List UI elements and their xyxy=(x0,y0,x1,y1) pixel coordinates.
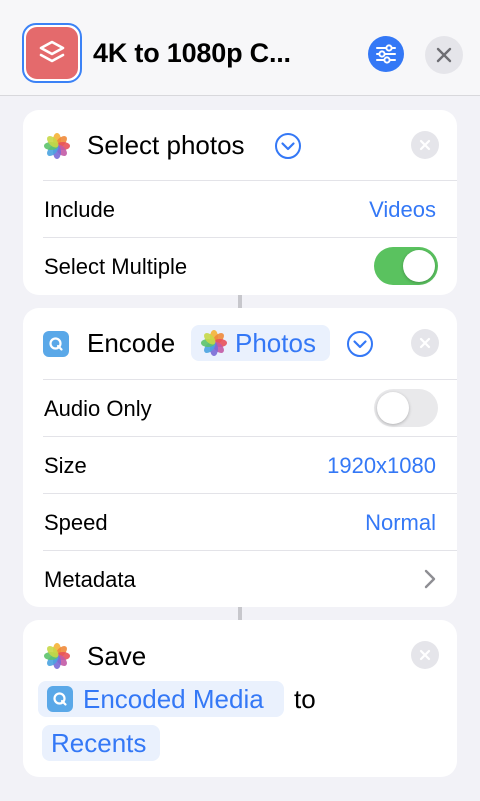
shortcut-icon-button[interactable] xyxy=(22,23,82,83)
toggle-knob xyxy=(403,250,435,282)
speed-value[interactable]: Normal xyxy=(365,510,436,536)
photos-app-icon xyxy=(201,330,227,356)
select-multiple-toggle[interactable] xyxy=(374,247,438,285)
remove-action-button[interactable] xyxy=(411,641,439,669)
action-connector xyxy=(238,607,242,620)
toggle-knob xyxy=(377,392,409,424)
encoded-media-variable-token[interactable]: Encoded Media xyxy=(38,681,284,717)
token-label: Recents xyxy=(51,728,147,758)
action-title: Select photos xyxy=(87,130,245,160)
close-icon xyxy=(419,337,431,349)
chevron-right-icon xyxy=(424,569,436,589)
action-title: Save xyxy=(87,641,147,671)
quicktime-icon xyxy=(43,331,69,357)
connector-word: to xyxy=(294,684,316,714)
album-parameter-token[interactable]: Recents xyxy=(42,725,160,761)
shortcuts-layers-icon xyxy=(26,27,78,79)
row-label: Select Multiple xyxy=(44,254,188,279)
action-header: Select photos xyxy=(23,110,457,182)
close-icon xyxy=(419,649,431,661)
close-icon xyxy=(436,47,452,63)
size-value[interactable]: 1920x1080 xyxy=(327,453,436,479)
audio-only-toggle[interactable] xyxy=(374,389,438,427)
shortcut-title[interactable]: 4K to 1080p C... xyxy=(93,38,291,69)
row-label: Speed xyxy=(44,510,108,535)
audio-only-row: Audio Only xyxy=(43,379,457,436)
select-photos-action[interactable]: Select photos Include Videos Select Mult… xyxy=(23,110,457,295)
save-action[interactable]: Save Encoded Media to Recents xyxy=(23,620,457,777)
include-row[interactable]: Include Videos xyxy=(43,180,457,237)
row-label: Include xyxy=(44,197,115,222)
close-icon xyxy=(419,139,431,151)
select-multiple-row: Select Multiple xyxy=(43,237,457,294)
photos-app-icon xyxy=(44,643,70,669)
include-value[interactable]: Videos xyxy=(369,197,436,223)
size-row[interactable]: Size 1920x1080 xyxy=(43,436,457,493)
photos-app-icon xyxy=(44,133,70,159)
metadata-row[interactable]: Metadata xyxy=(43,550,457,607)
speed-row[interactable]: Speed Normal xyxy=(43,493,457,550)
action-header: Encode Photos xyxy=(23,308,457,380)
remove-action-button[interactable] xyxy=(411,329,439,357)
row-label: Size xyxy=(44,453,87,478)
action-connector xyxy=(238,295,242,308)
quicktime-icon xyxy=(47,686,73,712)
action-title: Encode xyxy=(87,328,176,358)
chevron-down-circle-icon[interactable] xyxy=(274,132,302,160)
row-label: Audio Only xyxy=(44,396,152,421)
photos-variable-token[interactable]: Photos xyxy=(191,325,330,361)
chevron-down-circle-icon[interactable] xyxy=(346,330,374,358)
settings-button[interactable] xyxy=(368,36,404,72)
token-label: Photos xyxy=(235,328,316,358)
editor-header: 4K to 1080p C... xyxy=(0,0,480,96)
close-button[interactable] xyxy=(425,36,463,74)
encode-action[interactable]: Encode Photos Audio Only Size 1920x1080 … xyxy=(23,308,457,607)
row-label: Metadata xyxy=(44,567,136,592)
sliders-icon xyxy=(376,44,396,64)
token-label: Encoded Media xyxy=(83,684,264,714)
remove-action-button[interactable] xyxy=(411,131,439,159)
